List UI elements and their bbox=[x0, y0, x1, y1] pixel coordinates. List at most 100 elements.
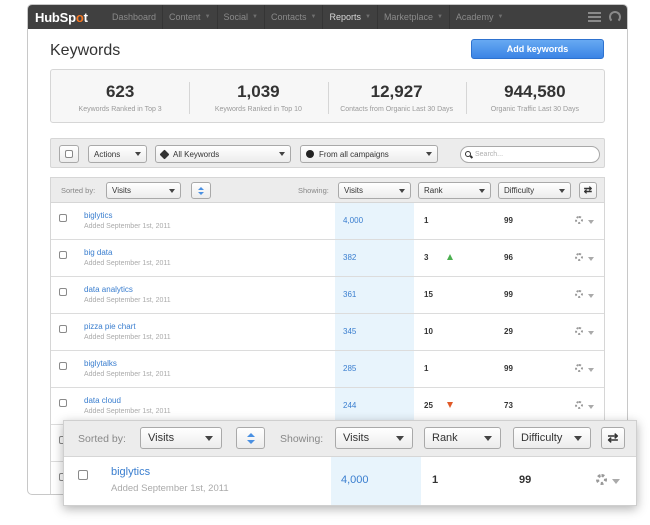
gear-icon[interactable] bbox=[596, 474, 607, 485]
table-row[interactable]: biglytics Added September 1st, 2011 4,00… bbox=[64, 457, 636, 505]
keyword-link[interactable]: biglytalks bbox=[84, 359, 117, 368]
hamburger-icon[interactable] bbox=[588, 12, 601, 22]
user-icon[interactable] bbox=[609, 11, 621, 23]
sort-desc-icon bbox=[246, 439, 255, 444]
chevron-down-icon[interactable] bbox=[612, 479, 620, 484]
swap-columns-button[interactable]: ⇄ bbox=[601, 427, 625, 449]
difficulty-value: 99 bbox=[504, 216, 513, 225]
sorted-by-label: Sorted by: bbox=[78, 433, 126, 445]
gear-icon[interactable] bbox=[575, 253, 583, 261]
gear-icon[interactable] bbox=[575, 290, 583, 298]
gear-icon[interactable] bbox=[575, 327, 583, 335]
keyword-link[interactable]: big data bbox=[84, 248, 112, 257]
column-select-3[interactable]: Difficulty bbox=[498, 182, 571, 199]
showing-label: Showing: bbox=[298, 186, 329, 195]
column-select-2[interactable]: Rank bbox=[424, 427, 501, 449]
visits-value[interactable]: 285 bbox=[343, 364, 356, 373]
trend-up-icon bbox=[447, 254, 453, 260]
added-date: Added September 1st, 2011 bbox=[84, 297, 171, 304]
gear-icon[interactable] bbox=[575, 216, 583, 224]
sort-by-select[interactable]: Visits bbox=[140, 427, 222, 449]
keywords-filter-select[interactable]: All Keywords bbox=[155, 145, 291, 163]
column-select-2[interactable]: Rank bbox=[418, 182, 491, 199]
chevron-down-icon[interactable] bbox=[588, 257, 594, 261]
nav-item-academy[interactable]: Academy ▼ bbox=[450, 5, 509, 29]
stat-label: Keywords Ranked in Top 3 bbox=[78, 106, 162, 113]
chevron-down-icon[interactable] bbox=[588, 368, 594, 372]
keyword-link[interactable]: biglytics bbox=[84, 211, 112, 220]
chevron-down-icon: ▼ bbox=[204, 14, 211, 20]
added-date: Added September 1st, 2011 bbox=[84, 260, 171, 267]
column-select-1[interactable]: Visits bbox=[335, 427, 413, 449]
select-all-checkbox[interactable] bbox=[59, 145, 79, 163]
row-checkbox[interactable] bbox=[78, 470, 88, 480]
nav-item-reports[interactable]: Reports ▼ bbox=[323, 5, 376, 29]
difficulty-value: 99 bbox=[519, 474, 532, 486]
chevron-down-icon bbox=[135, 152, 141, 156]
nav-item-dashboard[interactable]: Dashboard bbox=[106, 5, 162, 29]
gear-icon[interactable] bbox=[575, 401, 583, 409]
nav-right bbox=[588, 5, 621, 29]
visits-value[interactable]: 4,000 bbox=[341, 474, 369, 486]
sort-direction-toggle[interactable] bbox=[191, 182, 211, 199]
chevron-down-icon[interactable] bbox=[588, 220, 594, 224]
chevron-down-icon[interactable] bbox=[588, 405, 594, 409]
added-date: Added September 1st, 2011 bbox=[84, 371, 171, 378]
row-checkbox[interactable] bbox=[59, 214, 67, 222]
added-date: Added September 1st, 2011 bbox=[84, 334, 171, 341]
chevron-down-icon: ▼ bbox=[436, 14, 443, 20]
visits-value[interactable]: 382 bbox=[343, 253, 356, 262]
table-row[interactable]: data analytics Added September 1st, 2011 3… bbox=[51, 277, 604, 314]
row-checkbox[interactable] bbox=[59, 325, 67, 333]
column-select-1[interactable]: Visits bbox=[338, 182, 411, 199]
keyword-link[interactable]: pizza pie chart bbox=[84, 322, 136, 331]
visits-value[interactable]: 361 bbox=[343, 290, 356, 299]
hubspot-logo[interactable]: HubSpot bbox=[28, 10, 106, 25]
swap-columns-button[interactable]: ⇄ bbox=[579, 182, 597, 199]
nav-item-social[interactable]: Social ▼ bbox=[218, 5, 264, 29]
column-select-3[interactable]: Difficulty bbox=[513, 427, 591, 449]
sort-by-select[interactable]: Visits bbox=[106, 182, 181, 199]
table-row[interactable]: biglytalks Added September 1st, 2011 285 1 9… bbox=[51, 351, 604, 388]
nav-item-content[interactable]: Content ▼ bbox=[163, 5, 216, 29]
stat-label: Organic Traffic Last 30 Days bbox=[490, 106, 579, 113]
rank-value: 1 bbox=[424, 216, 429, 225]
row-checkbox[interactable] bbox=[59, 251, 67, 259]
stats-panel: 623 Keywords Ranked in Top 3 1,039 Keywords… bbox=[50, 69, 605, 123]
add-keywords-button[interactable]: Add keywords bbox=[471, 39, 604, 59]
chevron-down-icon bbox=[574, 436, 582, 441]
visits-value[interactable]: 4,000 bbox=[343, 216, 363, 225]
table-row[interactable]: pizza pie chart Added September 1st, 2011… bbox=[51, 314, 604, 351]
stat-label: Keywords Ranked in Top 10 bbox=[214, 106, 302, 113]
sort-direction-toggle[interactable] bbox=[236, 427, 265, 449]
zoom-callout: Sorted by: Visits Showing: Visits Rank D… bbox=[63, 420, 637, 506]
keyword-link[interactable]: data analytics bbox=[84, 285, 133, 294]
rank-value: 10 bbox=[424, 327, 433, 336]
chevron-down-icon[interactable] bbox=[588, 294, 594, 298]
row-checkbox[interactable] bbox=[59, 288, 67, 296]
search-icon bbox=[465, 151, 471, 157]
visits-value[interactable]: 244 bbox=[343, 401, 356, 410]
table-row[interactable]: big data Added September 1st, 2011 382 3 96 bbox=[51, 240, 604, 277]
chevron-down-icon bbox=[279, 152, 285, 156]
nav-items: Dashboard Content ▼ Social ▼ Contacts ▼ Reports… bbox=[106, 5, 509, 29]
search-input[interactable]: Search... bbox=[460, 146, 600, 163]
row-checkbox[interactable] bbox=[59, 399, 67, 407]
row-checkbox[interactable] bbox=[59, 362, 67, 370]
page-title: Keywords bbox=[50, 42, 121, 59]
sorted-by-label: Sorted by: bbox=[61, 186, 96, 195]
keyword-link[interactable]: data cloud bbox=[84, 396, 121, 405]
filter-bar: Actions All Keywords From all campaigns … bbox=[50, 138, 605, 168]
actions-dropdown[interactable]: Actions bbox=[88, 145, 147, 163]
visits-value[interactable]: 345 bbox=[343, 327, 356, 336]
campaigns-filter-select[interactable]: From all campaigns bbox=[300, 145, 438, 163]
gear-icon[interactable] bbox=[575, 364, 583, 372]
nav-item-contacts[interactable]: Contacts ▼ bbox=[265, 5, 322, 29]
nav-item-marketplace[interactable]: Marketplace ▼ bbox=[378, 5, 449, 29]
rank-value: 1 bbox=[424, 364, 429, 373]
chevron-down-icon: ▼ bbox=[497, 14, 504, 20]
table-row[interactable]: biglytics Added September 1st, 2011 4,000 1… bbox=[51, 203, 604, 240]
chevron-down-icon[interactable] bbox=[588, 331, 594, 335]
keyword-link[interactable]: biglytics bbox=[111, 466, 150, 478]
nav-item-label: Social bbox=[223, 12, 249, 22]
